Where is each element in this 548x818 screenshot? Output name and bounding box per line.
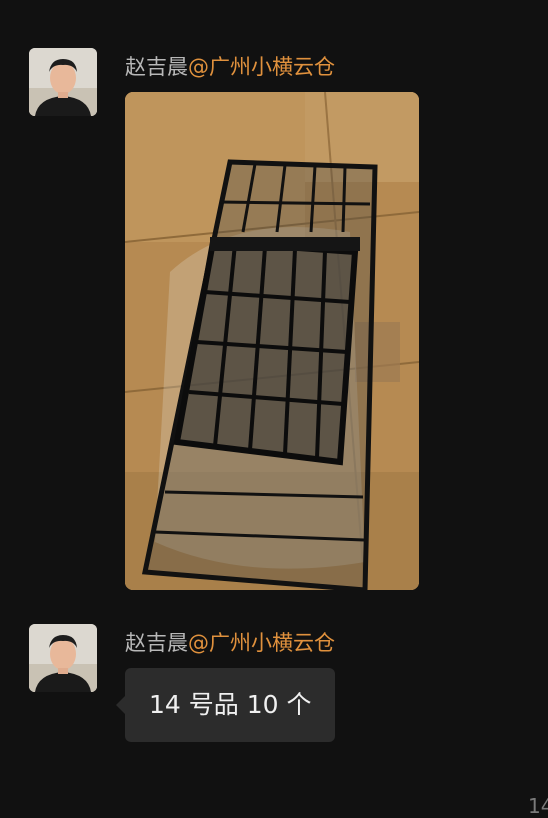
sender-org[interactable]: @广州小横云仓 [188,55,335,79]
corner-label: 14 [528,794,548,818]
sender-avatar[interactable] [29,48,97,116]
avatar-photo [29,624,97,692]
sender-avatar[interactable] [29,624,97,692]
sender-org[interactable]: @广州小横云仓 [188,631,335,655]
message-image[interactable] [125,92,419,590]
avatar-photo [29,48,97,116]
product-photo [125,92,419,590]
sender-name[interactable]: 赵吉晨 [125,55,188,79]
message-bubble[interactable]: 14 号品 10 个 [115,668,336,742]
sender-line: 赵吉晨@广州小横云仓 [125,629,335,657]
sender-name[interactable]: 赵吉晨 [125,631,188,655]
sender-line: 赵吉晨@广州小横云仓 [125,53,335,81]
